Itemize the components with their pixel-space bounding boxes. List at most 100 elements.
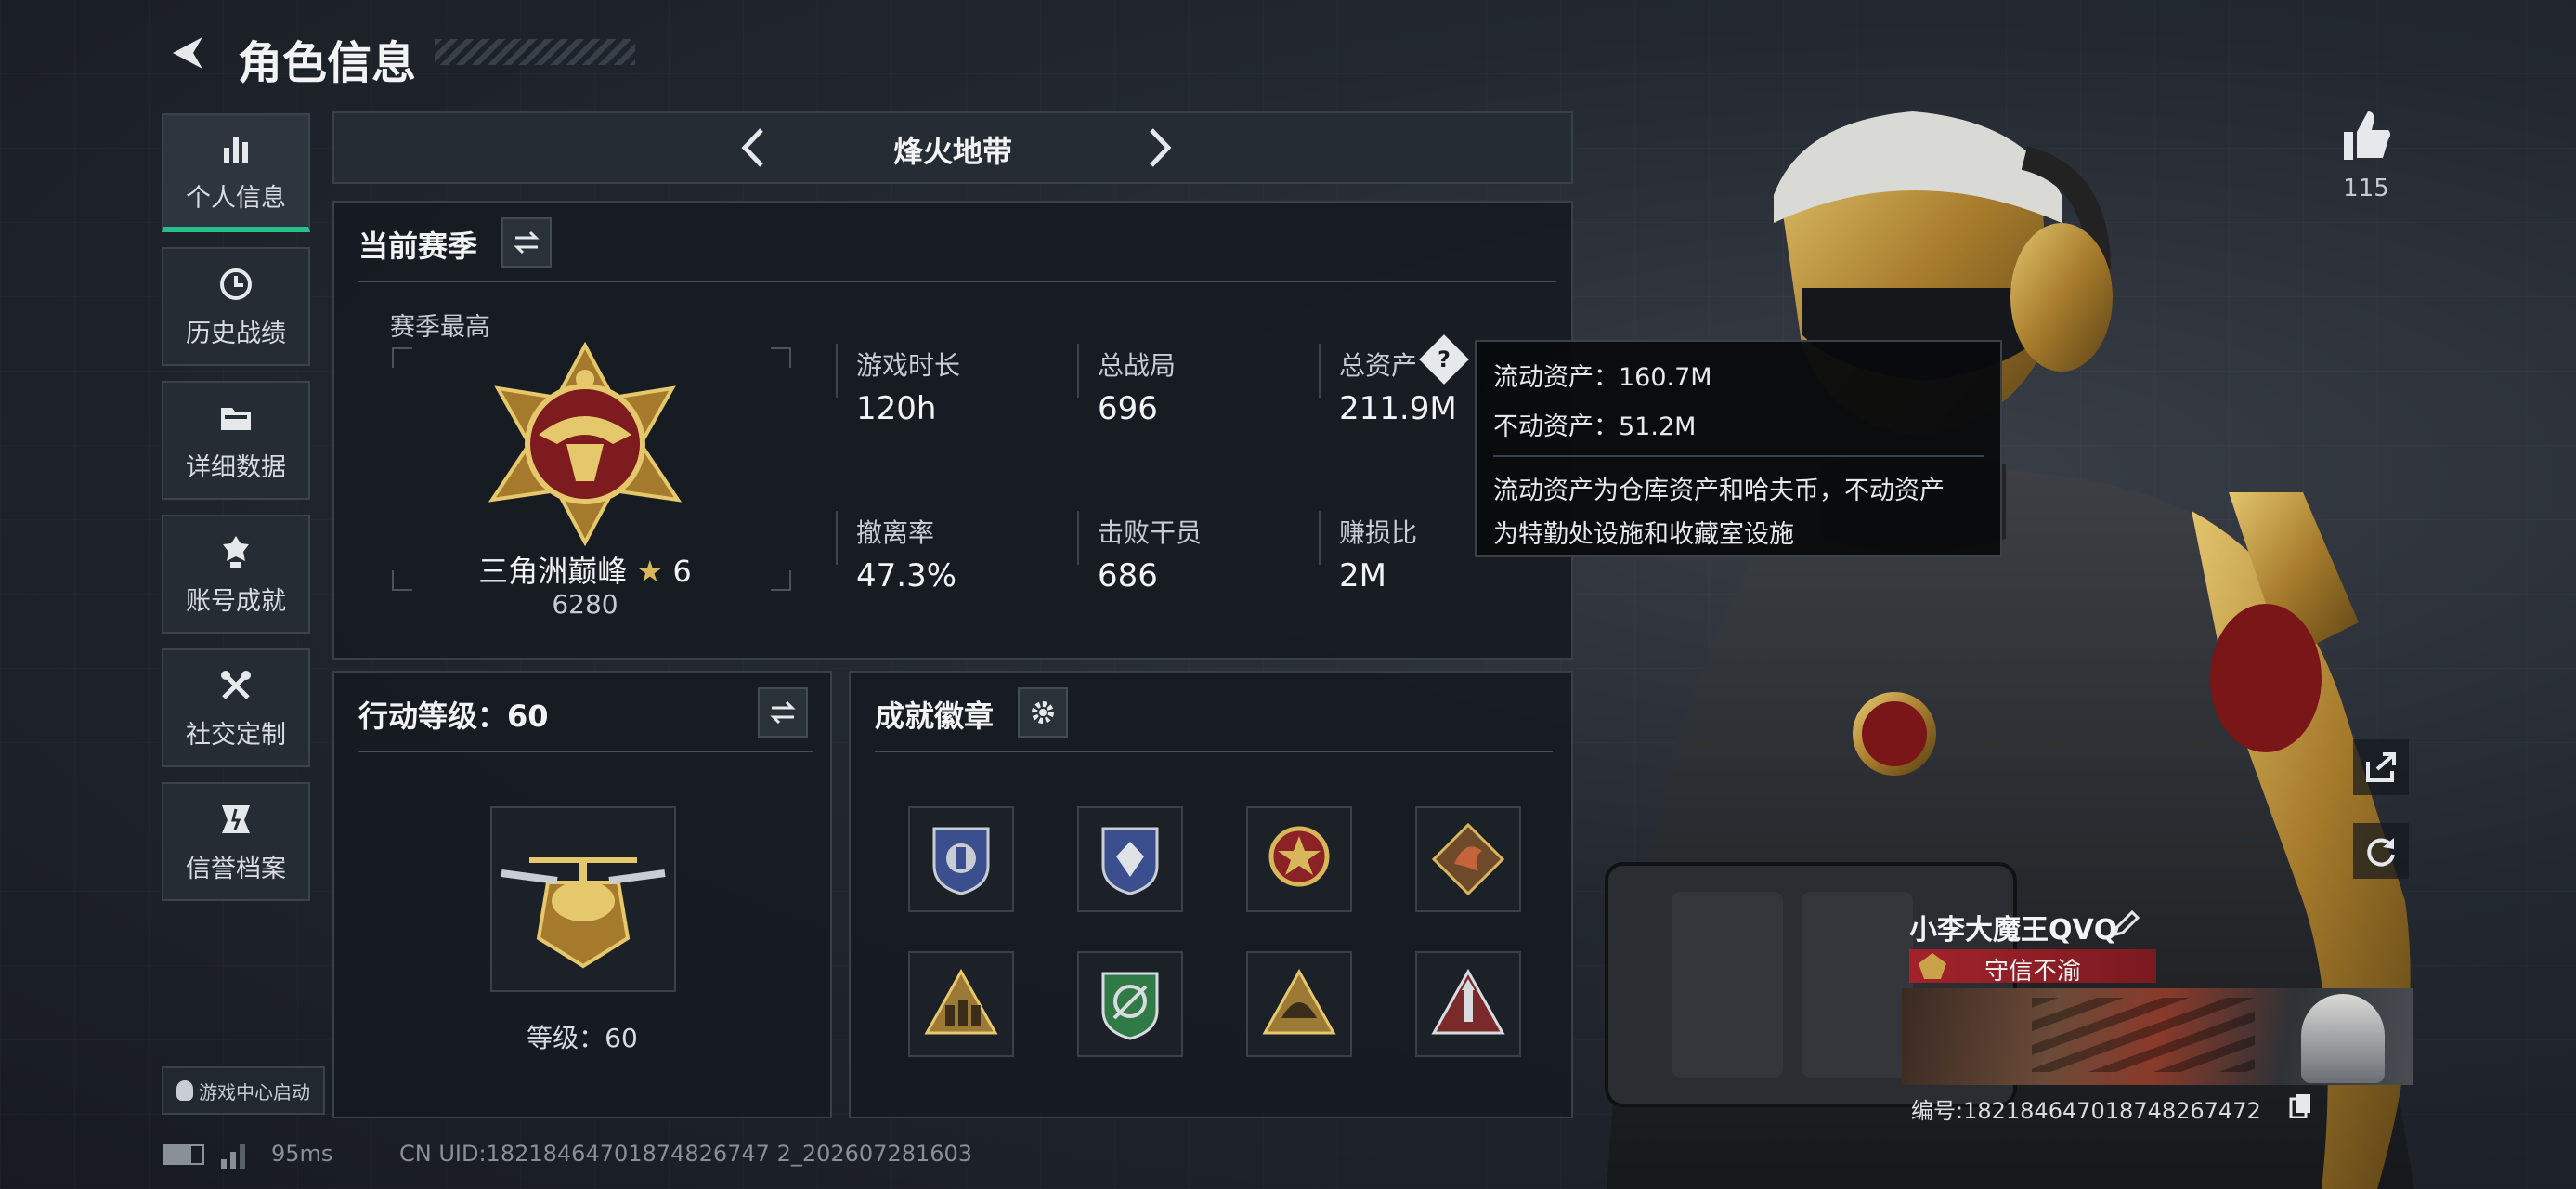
stat-value: 211.9M bbox=[1339, 390, 1457, 427]
frame-corner bbox=[771, 347, 791, 368]
refresh-icon bbox=[2367, 838, 2395, 867]
rank-score: 6280 bbox=[552, 589, 618, 620]
season-title: 当前赛季 bbox=[358, 229, 478, 264]
banner-portrait bbox=[2301, 994, 2385, 1083]
profile-banner[interactable] bbox=[1902, 988, 2413, 1085]
mode-selector: 烽火地带 bbox=[332, 111, 1573, 184]
sidebar-item-label: 历史战绩 bbox=[186, 319, 286, 348]
profile-id: 编号:1821846470187482674​72 bbox=[1911, 1098, 2261, 1124]
achievements-panel: 成就徽章 bbox=[849, 671, 1573, 1118]
sidebar-item-personal-info[interactable]: 个人信息 bbox=[162, 113, 310, 232]
badge-shield-blue[interactable] bbox=[908, 806, 1014, 912]
page-title: 角色信息 bbox=[238, 37, 417, 89]
achievement-icon bbox=[223, 535, 249, 568]
asset-tooltip: 流动资产：160.7M 不动资产：51.2M 流动资产为仓库资产和哈夫币，不动资… bbox=[1475, 340, 2002, 557]
game-center-button[interactable]: 游戏中心启动 bbox=[162, 1066, 325, 1115]
rank-emblem-icon bbox=[488, 342, 683, 546]
achievements-settings-button[interactable] bbox=[1018, 687, 1068, 738]
helmet-badge-icon bbox=[1262, 968, 1336, 1035]
credit-icon bbox=[222, 804, 250, 833]
level-text: 等级：60 bbox=[527, 1023, 638, 1053]
sidebar-item-history[interactable]: 历史战绩 bbox=[162, 247, 310, 366]
honor-text: 守信不渝 bbox=[1984, 958, 2081, 986]
tooltip-fixed: 不动资产：51.2M bbox=[1493, 412, 1697, 441]
uid-text: CN UID:18218464701874826747 2_2026072816… bbox=[399, 1141, 973, 1167]
banner-art bbox=[2032, 998, 2255, 1072]
season-switch-button[interactable] bbox=[501, 217, 552, 268]
folder-icon bbox=[221, 407, 251, 430]
season-subtitle: 赛季最高 bbox=[390, 313, 490, 342]
profile-name: 小李大魔王QVQ bbox=[1909, 914, 2118, 947]
soldiers-badge-icon bbox=[924, 968, 998, 1035]
like-button[interactable] bbox=[2336, 106, 2396, 165]
pencil-icon bbox=[2113, 909, 2140, 937]
sidebar-item-credit[interactable]: 信誉档案 bbox=[162, 782, 310, 901]
badge-green-shield[interactable] bbox=[1077, 951, 1183, 1057]
stat-label: 赚损比 bbox=[1339, 517, 1418, 548]
sidebar-item-label: 信誉档案 bbox=[186, 854, 286, 883]
action-level-title: 行动等级：60 bbox=[358, 699, 549, 734]
asset-help-icon[interactable]: ? bbox=[1419, 334, 1469, 385]
divider bbox=[875, 751, 1553, 752]
helicopter-emblem-icon bbox=[501, 857, 666, 969]
like-count: 115 bbox=[2343, 175, 2389, 203]
achievements-title: 成就徽章 bbox=[875, 699, 995, 734]
stat-divider bbox=[836, 511, 838, 565]
badge-dragon[interactable] bbox=[1415, 806, 1521, 912]
divider bbox=[358, 751, 813, 752]
tooltip-desc-line2: 为特勤处设施和收藏室设施 bbox=[1493, 520, 1794, 549]
swap-icon bbox=[770, 700, 796, 725]
frame-corner bbox=[392, 347, 412, 368]
badge-shield-crystal[interactable] bbox=[1077, 806, 1183, 912]
dragon-badge-icon bbox=[1431, 822, 1505, 896]
mode-label: 烽火地带 bbox=[892, 134, 1012, 169]
tooltip-liquid: 流动资产：160.7M bbox=[1493, 363, 1712, 392]
chevron-right-icon bbox=[1150, 128, 1172, 167]
level-switch-button[interactable] bbox=[758, 687, 808, 738]
stat-label: 击败干员 bbox=[1098, 517, 1203, 548]
title-decoration bbox=[435, 39, 635, 65]
crystal-shield-badge-icon bbox=[1101, 827, 1159, 895]
badge-helmet[interactable] bbox=[1246, 951, 1352, 1057]
qq-icon bbox=[176, 1080, 193, 1101]
copy-id-button[interactable] bbox=[2288, 1092, 2314, 1119]
sidebar-item-label: 详细数据 bbox=[186, 452, 286, 482]
rank-name: 三角洲巅峰 ★ 6 bbox=[334, 548, 836, 591]
stat-value: 686 bbox=[1098, 557, 1158, 594]
star-medal-badge-icon bbox=[1268, 826, 1330, 887]
back-button[interactable] bbox=[163, 30, 210, 76]
honor-badge: 守信不渝 bbox=[1909, 949, 2156, 986]
swap-icon bbox=[514, 230, 540, 255]
stat-divider bbox=[1077, 511, 1079, 565]
stat-label: 撤离率 bbox=[856, 517, 935, 548]
sidebar-item-label: 社交定制 bbox=[186, 720, 286, 750]
green-shield-badge-icon bbox=[1101, 972, 1159, 1040]
divider bbox=[1493, 455, 1984, 457]
battery-icon bbox=[163, 1144, 204, 1165]
sidebar-item-details[interactable]: 详细数据 bbox=[162, 381, 310, 500]
stat-divider bbox=[1319, 344, 1321, 398]
action-level-panel: 行动等级：60 等级：60 bbox=[332, 671, 832, 1118]
refresh-button[interactable] bbox=[2353, 823, 2409, 879]
stat-divider bbox=[836, 344, 838, 398]
signal-icon bbox=[221, 1144, 245, 1169]
thumbs-up-icon bbox=[2344, 111, 2390, 160]
back-arrow-icon bbox=[173, 37, 202, 69]
tooltip-desc-line1: 流动资产为仓库资产和哈夫币，不动资产 bbox=[1493, 477, 1945, 505]
stat-value: 696 bbox=[1098, 390, 1158, 427]
sidebar-item-social[interactable]: 社交定制 bbox=[162, 648, 310, 767]
badge-missile[interactable] bbox=[1415, 951, 1521, 1057]
share-button[interactable] bbox=[2353, 739, 2409, 795]
bar-chart-icon bbox=[224, 136, 248, 163]
sidebar-item-achievements[interactable]: 账号成就 bbox=[162, 515, 310, 634]
history-icon bbox=[220, 268, 252, 300]
share-icon bbox=[2366, 752, 2396, 782]
edit-name-button[interactable] bbox=[2110, 907, 2143, 940]
rank-name-text: 三角洲巅峰 bbox=[478, 554, 628, 589]
badge-soldiers[interactable] bbox=[908, 951, 1014, 1057]
mode-next-button[interactable] bbox=[1135, 124, 1181, 171]
badge-star-medal[interactable] bbox=[1246, 806, 1352, 912]
sidebar-item-label: 个人信息 bbox=[186, 183, 286, 213]
question-mark: ? bbox=[1438, 346, 1451, 372]
stat-divider bbox=[1077, 344, 1079, 398]
